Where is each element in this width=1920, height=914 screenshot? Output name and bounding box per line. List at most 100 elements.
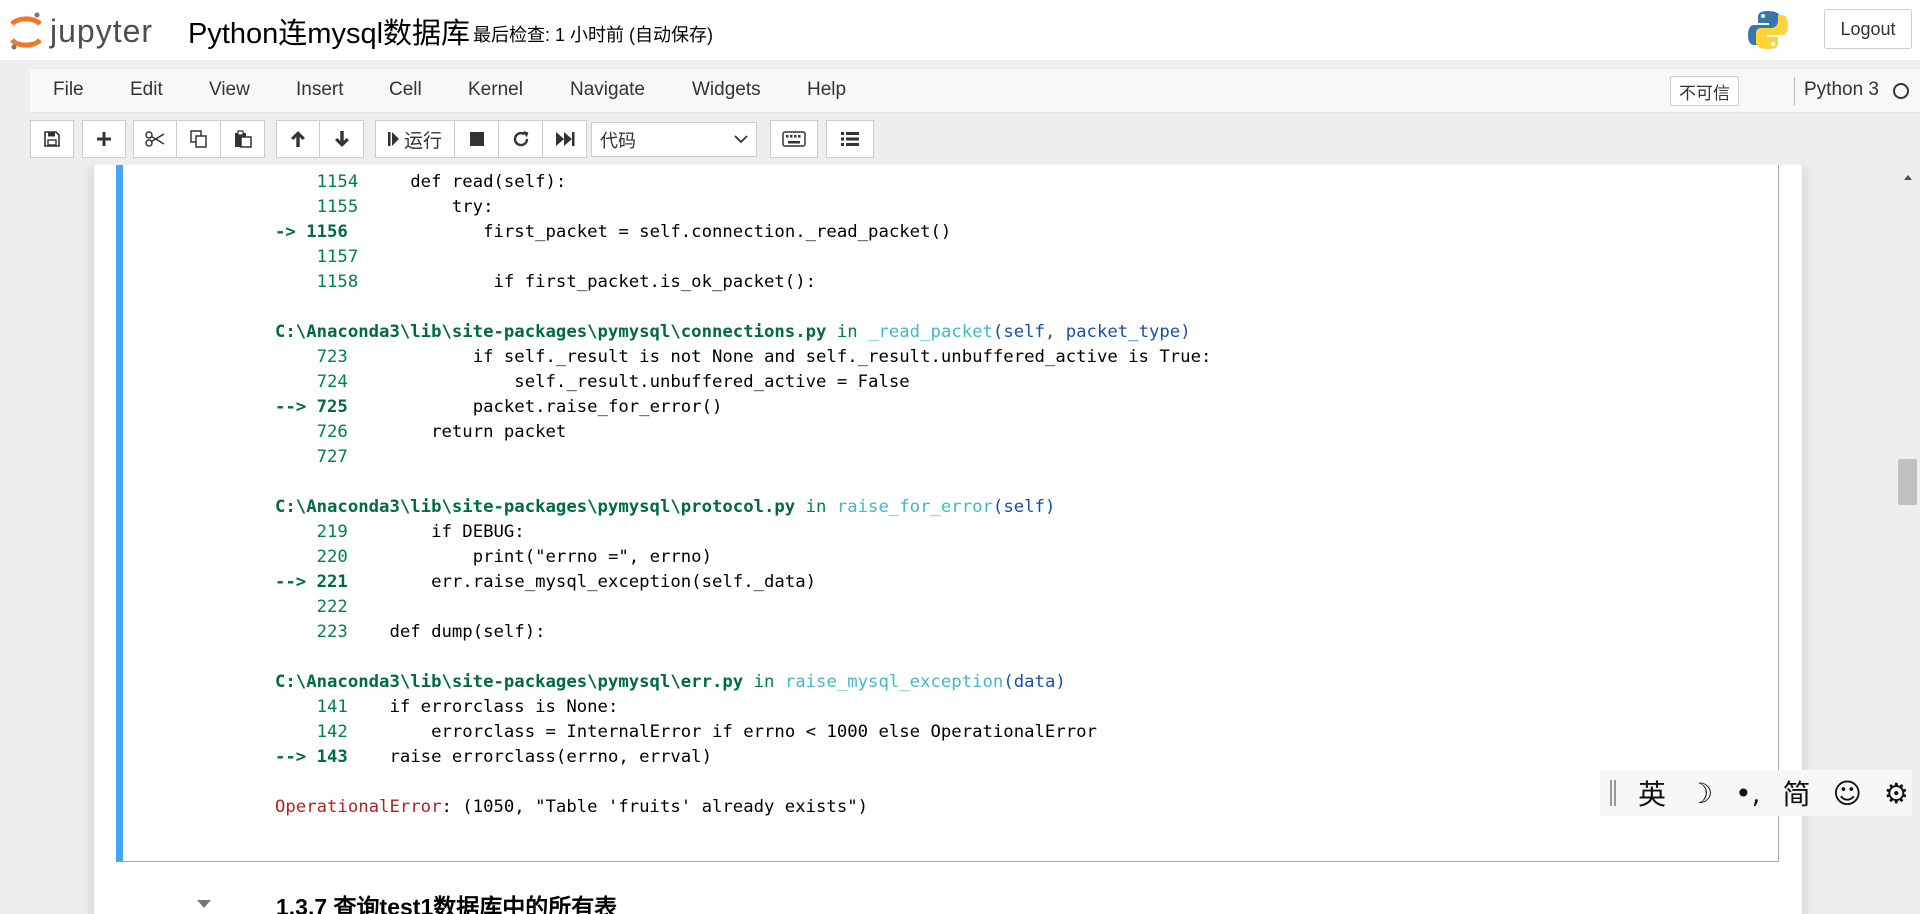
traceback-line: 723 if self._result is not None and self…	[275, 345, 1212, 370]
error-text: : (1050, "Table 'fruits' already exists"…	[441, 797, 869, 817]
move-up-button[interactable]	[276, 120, 320, 158]
current-line-number: --> 143	[275, 747, 348, 767]
code-line: self._result.unbuffered_active = False	[347, 372, 910, 392]
checkpoint-status: 最后检查: 1 小时前 (自动保存)	[473, 25, 714, 45]
menu-view[interactable]: View	[209, 79, 250, 101]
collapse-caret-icon[interactable]	[196, 899, 212, 909]
kernel-idle-icon	[1893, 83, 1909, 99]
traceback-line: 219 if DEBUG:	[275, 520, 1211, 545]
code-line: packet.raise_for_error()	[347, 397, 723, 417]
insert-cell-button[interactable]	[82, 120, 126, 158]
punctuation-toggle[interactable]: •,	[1735, 777, 1760, 810]
code-line: try:	[358, 197, 494, 217]
error-traceback: 1154 def read(self): 1155 try: -> 1156 fi…	[275, 165, 1211, 820]
menu-insert[interactable]: Insert	[296, 79, 344, 101]
frame-args: (self, packet_type)	[992, 322, 1191, 342]
header: jupyter Python连mysql数据库 最后检查: 1 小时前 (自动保…	[0, 0, 1920, 60]
menu-navigate[interactable]: Navigate	[570, 79, 645, 101]
toolbar: 运行 代码	[30, 120, 1920, 160]
cut-button[interactable]	[133, 120, 177, 158]
line-number: 141	[275, 697, 348, 717]
jupyter-logo-text: jupyter	[50, 12, 154, 49]
paste-button[interactable]	[221, 120, 265, 158]
frame-args: (self)	[992, 497, 1056, 517]
traceback-frame-header: C:\Anaconda3\lib\site-packages\pymysql\e…	[275, 670, 1211, 695]
notebook-title[interactable]: Python连mysql数据库	[188, 10, 470, 52]
kernel-divider	[1794, 77, 1795, 105]
gear-icon[interactable]: ⚙	[1884, 777, 1909, 810]
stop-icon	[469, 132, 484, 146]
error-message: OperationalError: (1050, "Table 'fruits'…	[275, 795, 1211, 820]
current-line-number: -> 1156	[275, 222, 348, 242]
interrupt-button[interactable]	[455, 120, 499, 158]
menu-help[interactable]: Help	[807, 79, 846, 101]
line-number: 1155	[275, 197, 359, 217]
traceback-line: 222	[275, 595, 1211, 620]
line-number: 223	[275, 622, 348, 642]
traceback-frame-header: C:\Anaconda3\lib\site-packages\pymysql\c…	[275, 320, 1211, 345]
code-line: def read(self):	[358, 172, 567, 192]
logout-button[interactable]: Logout	[1824, 9, 1912, 49]
scroll-up-icon[interactable]	[1903, 173, 1913, 181]
code-line: print("errno =", errno)	[347, 547, 712, 567]
line-number: 222	[275, 597, 348, 617]
arrow-down-icon	[334, 131, 349, 147]
ime-drag-handle[interactable]	[1610, 780, 1616, 806]
copy-icon	[189, 130, 207, 148]
menu-widgets[interactable]: Widgets	[692, 79, 761, 101]
trusted-badge[interactable]: 不可信	[1670, 76, 1739, 106]
line-number: 726	[275, 422, 348, 442]
command-palette-button[interactable]	[770, 120, 818, 158]
restart-button[interactable]	[499, 120, 543, 158]
save-icon	[44, 131, 60, 147]
cell-type-value: 代码	[600, 130, 636, 151]
keyboard-icon	[782, 131, 806, 147]
restart-run-all-button[interactable]	[543, 120, 587, 158]
emoji-icon[interactable]: ☺	[1833, 777, 1862, 810]
frame-function: raise_for_error	[836, 497, 993, 517]
frame-in-text: in	[826, 322, 869, 342]
section-heading: 1.3.7 查询test1数据库中的所有表	[276, 894, 618, 914]
error-name: OperationalError	[275, 797, 442, 817]
jupyter-logo[interactable]: jupyter	[8, 10, 153, 52]
run-button[interactable]: 运行	[375, 120, 455, 158]
scrollbar-thumb[interactable]	[1898, 459, 1917, 505]
copy-button[interactable]	[177, 120, 221, 158]
frame-file-path: C:\Anaconda3\lib\site-packages\pymysql\e…	[275, 672, 744, 692]
move-down-button[interactable]	[320, 120, 364, 158]
traceback-line: 724 self._result.unbuffered_active = Fal…	[275, 370, 1211, 395]
traceback-line: 141 if errorclass is None:	[275, 695, 1211, 720]
menu-edit[interactable]: Edit	[130, 79, 163, 101]
arrow-up-icon	[291, 131, 305, 147]
cell-type-select[interactable]: 代码	[591, 122, 757, 157]
traceback-line: 1155 try:	[275, 195, 1211, 220]
line-number: 142	[275, 722, 348, 742]
traceback-line: 220 print("errno =", errno)	[275, 545, 1211, 570]
code-line: first_packet = self.connection._read_pac…	[347, 222, 952, 242]
ime-language-toggle[interactable]: 英	[1638, 773, 1666, 813]
cut-icon	[145, 131, 165, 147]
traceback-line: 1157	[275, 245, 1211, 270]
toc-button[interactable]	[826, 120, 874, 158]
line-number: 723	[275, 347, 348, 367]
chevron-down-icon	[734, 135, 748, 144]
frame-file-path: C:\Anaconda3\lib\site-packages\pymysql\p…	[275, 497, 796, 517]
menu-cell[interactable]: Cell	[389, 79, 422, 101]
kernel-name[interactable]: Python 3	[1804, 79, 1879, 101]
list-icon	[841, 132, 859, 146]
line-number: 219	[275, 522, 348, 542]
frame-in-text: in	[795, 497, 837, 517]
save-button[interactable]	[30, 120, 74, 158]
traceback-line: --> 221 err.raise_mysql_exception(self._…	[275, 570, 1211, 595]
run-label: 运行	[403, 130, 442, 152]
ime-script-toggle[interactable]: 简	[1783, 773, 1811, 813]
restart-icon	[513, 131, 528, 147]
traceback-line: -> 1156 first_packet = self.connection._…	[275, 220, 1211, 245]
ime-toolbar: 英 ☽ •, 简 ☺ ⚙	[1600, 770, 1912, 816]
line-number: 727	[275, 447, 348, 467]
menu-kernel[interactable]: Kernel	[468, 79, 523, 101]
menu-file[interactable]: File	[53, 79, 84, 101]
current-line-number: --> 725	[275, 397, 348, 417]
moon-icon[interactable]: ☽	[1688, 777, 1713, 810]
line-number: 1157	[275, 247, 359, 267]
